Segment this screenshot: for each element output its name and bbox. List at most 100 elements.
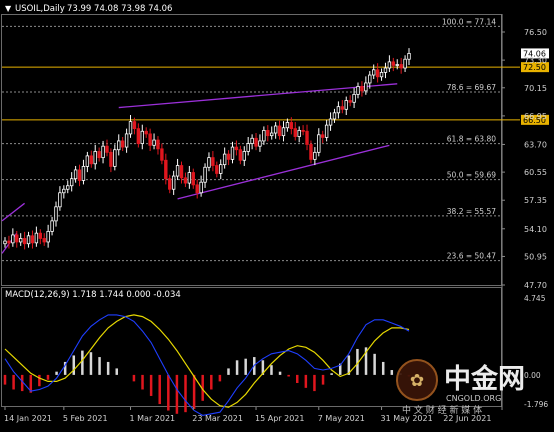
price-tick-label: 73.30 xyxy=(524,56,547,65)
candle-bear xyxy=(305,130,309,145)
fib-label: 78.6 = 69.67 xyxy=(447,83,496,92)
candle-bear xyxy=(391,61,396,66)
candle-bear xyxy=(340,106,345,110)
candle-bull xyxy=(140,130,144,144)
candle-bear xyxy=(179,165,184,179)
symbol-label: USOIL,Daily xyxy=(15,4,65,14)
candle-bull xyxy=(281,127,286,137)
candle-bear xyxy=(195,184,199,194)
candle-bear xyxy=(132,121,137,130)
candle-bear xyxy=(234,146,239,151)
candle-bull xyxy=(368,74,372,84)
price-tick-label: 70.15 xyxy=(524,84,547,93)
candle-bull xyxy=(336,106,341,114)
candle-bear xyxy=(97,151,101,159)
macd-label: MACD(12,26,9) 1.718 1.744 0.000 -0.034 xyxy=(5,290,181,300)
candle-bear xyxy=(30,235,35,244)
collapse-arrow-icon[interactable]: ▼ xyxy=(5,4,12,13)
candle-bear xyxy=(277,125,282,137)
watermark-brand: 中金网 xyxy=(444,363,525,395)
candle-bull xyxy=(199,181,203,194)
candle-bear xyxy=(156,139,160,150)
candle-bull xyxy=(93,151,97,165)
candle-bull xyxy=(66,185,70,190)
candle-bear xyxy=(168,178,172,190)
watermark-site: CNGOLD.ORG xyxy=(446,394,501,403)
candle-bull xyxy=(81,166,86,181)
candle-bull xyxy=(18,238,23,243)
candle-bull xyxy=(270,132,274,137)
chart-container: 100.0 = 77.14 78.6 = 69.67 61.8 = 63.80 50.… xyxy=(0,0,554,428)
candle-bear xyxy=(321,134,325,138)
candle-bull xyxy=(54,206,58,222)
candle-bear xyxy=(22,238,27,245)
candle-bull xyxy=(395,64,399,66)
price-tick-label: 57.35 xyxy=(524,196,547,205)
fib-label: 23.6 = 50.47 xyxy=(447,252,496,261)
date-tick-label: 7 May 2021 xyxy=(318,414,365,423)
logo-glyph-icon: ✿ xyxy=(410,371,424,391)
candle-bull xyxy=(273,125,278,134)
candle-bull xyxy=(219,164,223,174)
price-tick-label: 50.95 xyxy=(524,252,547,261)
candle-bear xyxy=(120,140,125,148)
candle-bull xyxy=(313,151,317,160)
price-tick-label: 54.10 xyxy=(524,225,547,234)
fib-label: 38.2 = 55.57 xyxy=(447,207,496,216)
candle-bear xyxy=(215,165,219,174)
candle-bear xyxy=(191,172,195,186)
candle-bear xyxy=(183,177,188,184)
candle-bull xyxy=(258,140,262,147)
candle-bear xyxy=(289,122,294,130)
candle-bull xyxy=(297,129,301,137)
candle-bear xyxy=(15,234,19,243)
candle-bull xyxy=(11,234,15,244)
candle-bull xyxy=(356,86,360,95)
candle-bull xyxy=(352,93,356,103)
candle-bull xyxy=(3,240,7,245)
candle-bull xyxy=(332,112,337,120)
candle-bear xyxy=(7,240,11,244)
date-tick-label: 1 Mar 2021 xyxy=(130,414,176,423)
candle-bear xyxy=(293,128,297,137)
date-tick-label: 15 Apr 2021 xyxy=(255,414,304,423)
candle-bear xyxy=(360,86,364,92)
candle-bear xyxy=(254,137,258,147)
candle-bull xyxy=(128,121,133,135)
candle-bull xyxy=(50,220,54,232)
candle-bear xyxy=(77,169,82,181)
candle-bull xyxy=(175,165,180,177)
price-tick-label: 66.95 xyxy=(524,112,547,121)
candle-bull xyxy=(317,134,321,153)
candle-bull xyxy=(117,140,121,151)
candle-bull xyxy=(171,175,176,190)
macd-scale-label: -1.796 xyxy=(524,400,548,409)
candle-bull xyxy=(383,67,388,73)
candle-bear xyxy=(399,64,403,69)
candle-bull xyxy=(46,231,50,243)
candle-bull xyxy=(379,72,384,78)
candle-bull xyxy=(101,145,105,159)
candle-bull xyxy=(124,133,129,148)
candle-bear xyxy=(42,238,46,243)
candle-bear xyxy=(109,151,113,167)
candle-bull xyxy=(152,139,156,146)
candle-bull xyxy=(371,69,376,76)
candle-bull xyxy=(246,143,250,152)
candle-bull xyxy=(328,118,333,126)
candle-bear xyxy=(266,129,270,137)
candle-bull xyxy=(324,124,329,138)
candle-bull xyxy=(230,146,235,160)
candle-bear xyxy=(164,159,168,180)
macd-scale-label: 4.745 xyxy=(524,294,546,303)
candle-bull xyxy=(58,192,62,208)
candle-bear xyxy=(38,232,43,239)
price-chart: 100.0 = 77.14 78.6 = 69.67 61.8 = 63.80 50.… xyxy=(0,0,554,428)
price-tick-label: 60.55 xyxy=(524,168,547,177)
price-tick-label: 76.50 xyxy=(524,28,547,37)
candle-bull xyxy=(113,149,117,167)
candle-bear xyxy=(375,69,380,78)
watermark-tagline: 中 文 财 经 新 媒 体 xyxy=(402,404,482,416)
candle-bull xyxy=(262,129,266,142)
candle-bear xyxy=(348,100,352,103)
